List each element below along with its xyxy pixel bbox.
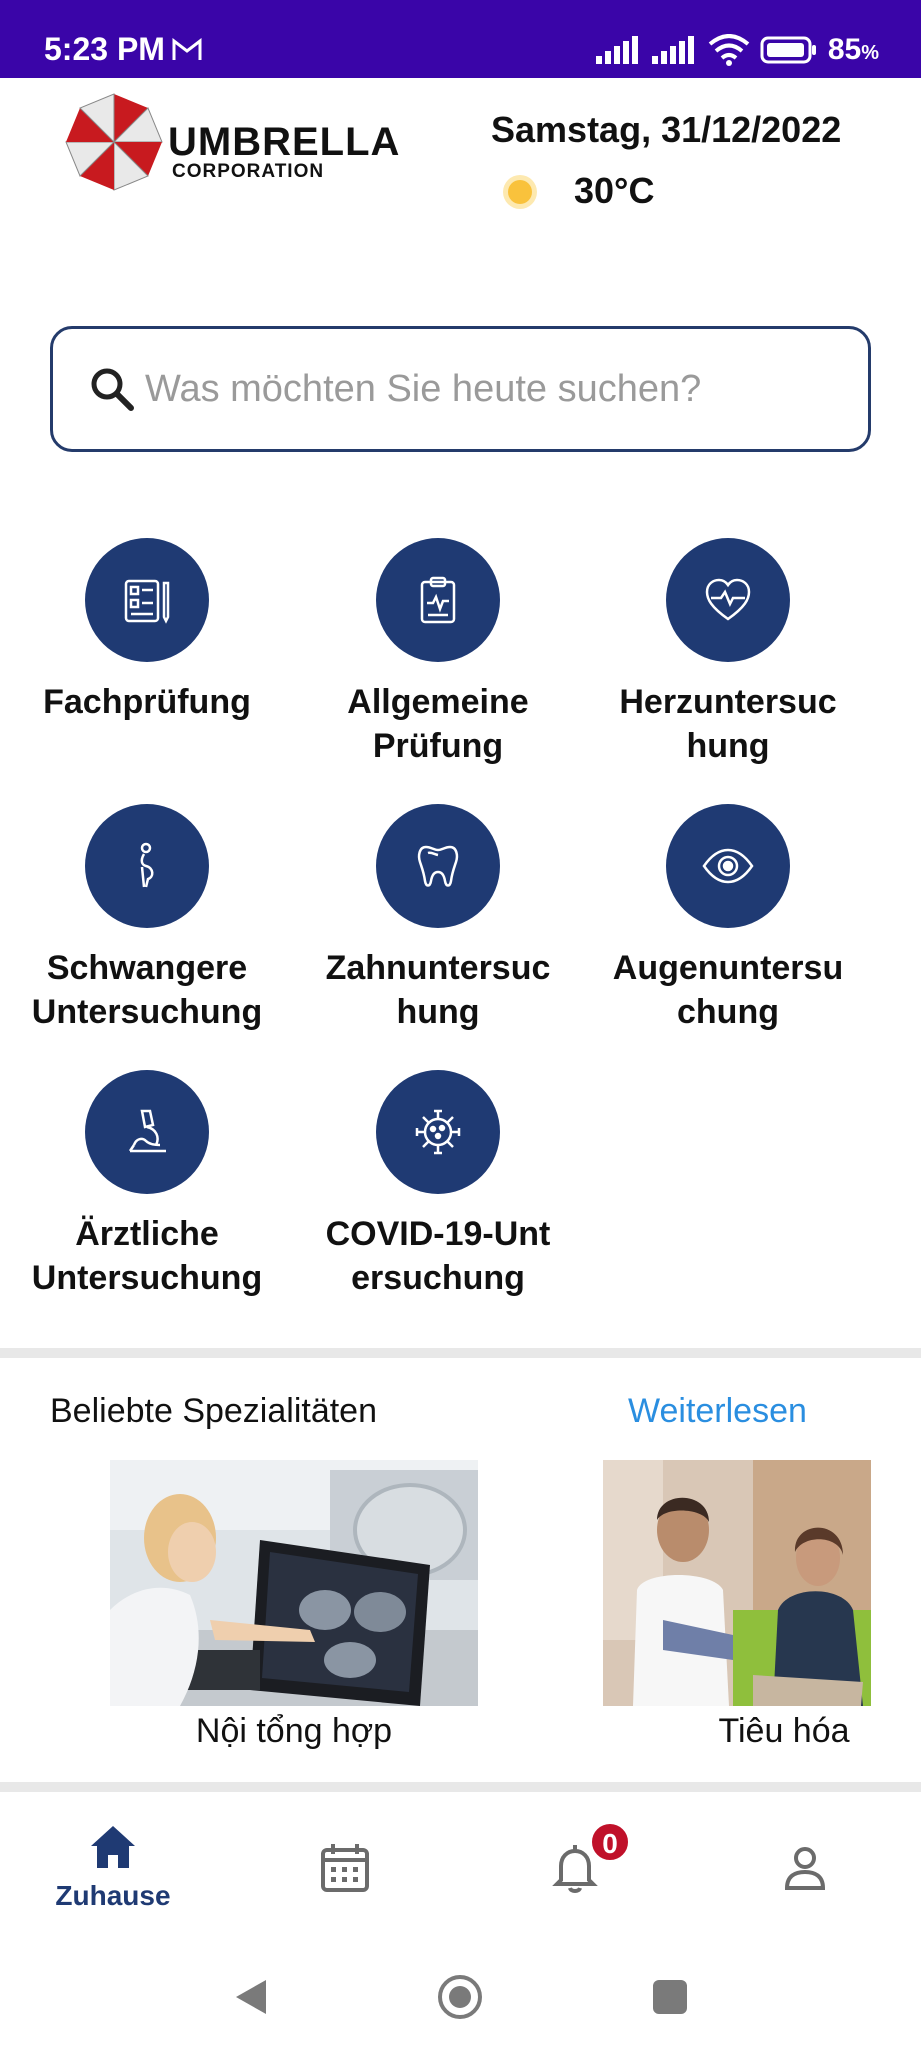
nav-home[interactable]: Zuhause [48,1820,178,1912]
status-indicators: 85% [595,33,879,66]
status-time: 5:23 PM [44,31,165,67]
weather: 30°C [500,170,654,212]
heart-pulse-icon [705,578,751,621]
search-box[interactable] [50,326,871,452]
signal-icon [595,36,638,64]
doctor-patient-image [603,1460,871,1706]
status-bar: 5:23 PM 85% [0,0,921,78]
category-label: Augenuntersu chung [612,949,844,1031]
category-fachpruefung[interactable]: Fachprüfung [2,538,292,724]
category-icon-button[interactable] [376,804,500,928]
home-circle-icon[interactable] [435,1972,485,2022]
category-schwangere-untersuchung[interactable]: Schwangere Untersuchung [2,804,292,1034]
tooth-icon [417,845,459,887]
section-divider [0,1782,921,1792]
category-label: COVID-19-Unt ersuchung [325,1215,551,1297]
category-zahnuntersuchung[interactable]: Zahnuntersuc hung [293,804,583,1034]
person-icon [784,1847,826,1890]
category-label: Fachprüfung [43,683,251,721]
wifi-icon [708,34,750,66]
battery-percent: 85% [827,33,879,66]
nav-profile[interactable] [777,1840,833,1896]
calendar-icon [321,1844,369,1892]
virus-icon [415,1109,461,1155]
back-icon[interactable] [226,1972,276,2022]
category-icon-button[interactable] [85,538,209,662]
notification-badge: 0 [590,1822,630,1862]
clipboard-icon [420,576,456,624]
category-icon-button[interactable] [376,538,500,662]
doctor-mri-image [110,1460,478,1706]
category-allgemeine-pruefung[interactable]: Allgemeine Prüfung [293,538,583,768]
system-nav-bar [0,1950,921,2048]
nav-home-label: Zuhause [55,1880,171,1911]
bottom-nav: Zuhause 0 [0,1802,921,1950]
category-herzuntersuchung[interactable]: Herzuntersuc hung [583,538,873,768]
section-divider [0,1348,921,1358]
category-label: Herzuntersuc hung [619,683,837,765]
category-icon-button[interactable] [85,804,209,928]
gmail-icon [172,38,202,60]
category-icon-button[interactable] [376,1070,500,1194]
logo-sub-text: CORPORATION [172,161,325,182]
nav-calendar[interactable] [317,1840,373,1896]
specialty-label: Nội tổng hợp [195,1712,393,1750]
category-label: Allgemeine Prüfung [347,683,529,765]
logo-main-text: UMBRELLA [168,120,401,164]
specialty-card-gastro[interactable]: Tiêu hóa [603,1460,871,1760]
pregnant-icon [140,842,154,888]
sun-icon [503,175,537,209]
umbrella-logo: UMBRELLA CORPORATION [64,92,434,192]
category-label: Ärztliche Untersuchung [31,1215,263,1297]
specialty-label: Tiêu hóa [718,1712,850,1750]
category-covid19-untersuchung[interactable]: COVID-19-Unt ersuchung [293,1070,583,1300]
popular-title: Beliebte Spezialitäten [50,1392,378,1430]
signal-icon-2 [651,36,694,64]
recents-icon[interactable] [645,1972,695,2022]
eye-icon [702,848,754,884]
current-date: Samstag, 31/12/2022 [491,109,842,150]
category-icon-button[interactable] [85,1070,209,1194]
category-aerztliche-untersuchung[interactable]: Ärztliche Untersuchung [2,1070,292,1300]
temperature: 30°C [574,170,655,211]
category-icon-button[interactable] [666,804,790,928]
umbrella-logo-icon [65,93,163,191]
specialty-card-internal[interactable]: Nội tổng hợp [110,1460,478,1760]
battery-icon [760,36,816,64]
search-icon [91,368,134,411]
category-label: Schwangere Untersuchung [31,949,263,1031]
read-more-link[interactable]: Weiterlesen [628,1392,807,1431]
home-icon [91,1826,135,1868]
category-augenuntersuchung[interactable]: Augenuntersu chung [583,804,873,1034]
microscope-icon [128,1109,166,1153]
category-icon-button[interactable] [666,538,790,662]
checklist-icon [124,579,170,624]
category-label: Zahnuntersuc hung [325,949,551,1031]
search-input[interactable] [145,367,845,411]
